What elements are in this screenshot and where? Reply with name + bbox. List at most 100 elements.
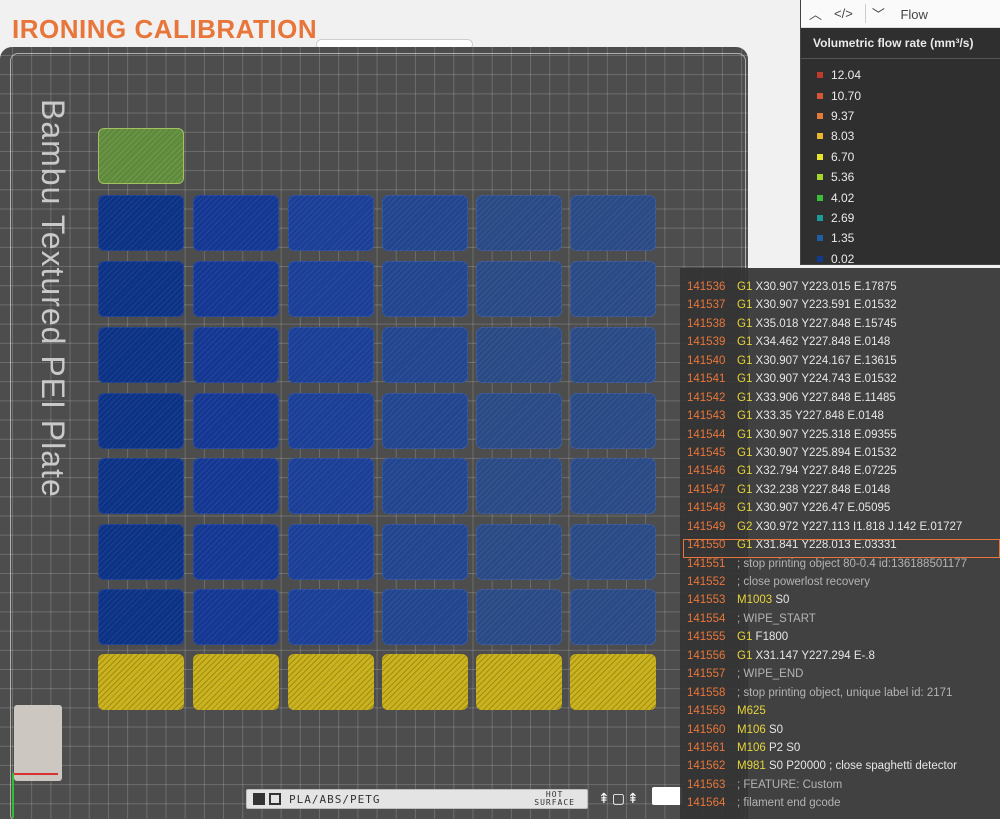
blue-calibration-tile[interactable]	[476, 524, 562, 580]
plate-orientation-icons[interactable]: ⇞▢⇞	[598, 791, 641, 807]
gcode-viewer[interactable]: 141536 G1 X30.907 Y223.015 E.17875 141537 G…	[680, 268, 1000, 819]
view-type-dropdown[interactable]: ﹀ Flow	[864, 4, 940, 23]
blue-calibration-tile[interactable]	[288, 195, 374, 251]
blue-calibration-tile[interactable]	[382, 327, 468, 383]
green-calibration-tile[interactable]	[98, 128, 184, 184]
gcode-line[interactable]: 141537 G1 X30.907 Y223.591 E.01532	[680, 299, 1000, 317]
blue-calibration-tile[interactable]	[98, 458, 184, 514]
collapse-icon[interactable]: ︿	[809, 4, 822, 23]
blue-calibration-tile[interactable]	[193, 327, 279, 383]
yellow-calibration-tile[interactable]	[288, 654, 374, 710]
blue-calibration-tile[interactable]	[570, 195, 656, 251]
gcode-line[interactable]: 141553 M1003 S0	[680, 594, 1000, 612]
blue-calibration-tile[interactable]	[193, 261, 279, 317]
gcode-command: G1	[737, 317, 753, 330]
blue-calibration-tile[interactable]	[288, 393, 374, 449]
blue-calibration-tile[interactable]	[570, 393, 656, 449]
blue-calibration-tile[interactable]	[98, 327, 184, 383]
legend-item: 2.69	[801, 208, 1000, 228]
gcode-line[interactable]: 141564 ; filament end gcode	[680, 797, 1000, 815]
blue-calibration-tile[interactable]	[288, 589, 374, 645]
gcode-command: G1	[737, 299, 753, 312]
gcode-line[interactable]: 141556 G1 X31.147 Y227.294 E-.8	[680, 650, 1000, 668]
gcode-line[interactable]: 141541 G1 X30.907 Y224.743 E.01532	[680, 373, 1000, 391]
gcode-line[interactable]: 141540 G1 X30.907 Y224.167 E.13615	[680, 355, 1000, 373]
gcode-line[interactable]: 141552 ; close powerlost recovery	[680, 576, 1000, 594]
blue-calibration-tile[interactable]	[288, 261, 374, 317]
blue-calibration-tile[interactable]	[98, 589, 184, 645]
blue-calibration-tile[interactable]	[382, 393, 468, 449]
gcode-line[interactable]: 141548 G1 X30.907 Y226.47 E.05095	[680, 502, 1000, 520]
gcode-command: G1	[737, 336, 753, 349]
blue-calibration-tile[interactable]	[570, 327, 656, 383]
gcode-line[interactable]: 141557 ; WIPE_END	[680, 668, 1000, 686]
blue-calibration-tile[interactable]	[382, 261, 468, 317]
gcode-line[interactable]: 141562 M981 S0 P20000 ; close spaghetti d…	[680, 760, 1000, 778]
gcode-args: P2 S0	[768, 741, 801, 754]
gcode-line[interactable]: 141538 G1 X35.018 Y227.848 E.15745	[680, 318, 1000, 336]
blue-calibration-tile[interactable]	[476, 589, 562, 645]
gcode-line[interactable]: 141549 G2 X30.972 Y227.113 I1.818 J.142 E…	[680, 521, 1000, 539]
blue-calibration-tile[interactable]	[476, 327, 562, 383]
gcode-line[interactable]: 141543 G1 X33.35 Y227.848 E.0148	[680, 410, 1000, 428]
gcode-line[interactable]: 141555 G1 F1800	[680, 631, 1000, 649]
gcode-line[interactable]: 141536 G1 X30.907 Y223.015 E.17875	[680, 281, 1000, 299]
gcode-line[interactable]: 141545 G1 X30.907 Y225.894 E.01532	[680, 447, 1000, 465]
gcode-line[interactable]: 141559 M625	[680, 705, 1000, 723]
gcode-line[interactable]: 141551 ; stop printing object 80-0.4 id:1…	[680, 558, 1000, 576]
blue-calibration-tile[interactable]	[193, 589, 279, 645]
blue-calibration-tile[interactable]	[570, 524, 656, 580]
blue-calibration-tile[interactable]	[98, 261, 184, 317]
gcode-line-number: 141554	[687, 612, 726, 625]
legend-value: 10.70	[831, 88, 862, 103]
yellow-calibration-tile[interactable]	[570, 654, 656, 710]
plate-frame-icon	[269, 793, 281, 805]
blue-calibration-tile[interactable]	[288, 458, 374, 514]
blue-calibration-tile[interactable]	[570, 589, 656, 645]
gcode-line[interactable]: 141558 ; stop printing object, unique lab…	[680, 687, 1000, 705]
yellow-calibration-tile[interactable]	[193, 654, 279, 710]
blue-calibration-tile[interactable]	[570, 458, 656, 514]
gcode-line[interactable]: 141542 G1 X33.906 Y227.848 E.11485	[680, 392, 1000, 410]
legend-item: 1.35	[801, 228, 1000, 248]
blue-calibration-tile[interactable]	[288, 524, 374, 580]
blue-calibration-tile[interactable]	[288, 327, 374, 383]
gcode-line[interactable]: 141560 M106 S0	[680, 724, 1000, 742]
blue-calibration-tile[interactable]	[193, 195, 279, 251]
gcode-command: G1	[737, 354, 753, 367]
blue-calibration-tile[interactable]	[476, 393, 562, 449]
blue-calibration-tile[interactable]	[98, 524, 184, 580]
build-plate[interactable]: Bambu Textured PEI Plate	[0, 47, 748, 819]
blue-calibration-tile[interactable]	[476, 195, 562, 251]
gcode-line[interactable]: 141547 G1 X32.238 Y227.848 E.0148	[680, 484, 1000, 502]
gcode-line[interactable]: 141544 G1 X30.907 Y225.318 E.09355	[680, 429, 1000, 447]
blue-calibration-tile[interactable]	[476, 458, 562, 514]
blue-calibration-tile[interactable]	[382, 458, 468, 514]
blue-calibration-tile[interactable]	[193, 524, 279, 580]
blue-calibration-tile[interactable]	[98, 195, 184, 251]
blue-calibration-tile[interactable]	[382, 589, 468, 645]
blue-calibration-tile[interactable]	[98, 393, 184, 449]
blue-calibration-tile[interactable]	[382, 195, 468, 251]
gcode-line[interactable]: 141546 G1 X32.794 Y227.848 E.07225	[680, 465, 1000, 483]
gcode-line-current[interactable]: 141550 G1 X31.841 Y228.013 E.03331	[683, 539, 1000, 558]
gcode-args: S0 P20000 ; close spaghetti detector	[768, 760, 957, 773]
purge-block	[14, 705, 62, 781]
yellow-calibration-tile[interactable]	[98, 654, 184, 710]
gcode-command: G1	[737, 539, 753, 552]
gcode-args: X33.906 Y227.848 E.11485	[755, 391, 896, 404]
code-icon[interactable]: </>	[834, 6, 853, 21]
gcode-line[interactable]: 141563 ; FEATURE: Custom	[680, 779, 1000, 797]
blue-calibration-tile[interactable]	[193, 458, 279, 514]
gcode-line[interactable]: 141554 ; WIPE_START	[680, 613, 1000, 631]
legend-title: Volumetric flow rate (mm³/s)	[813, 36, 974, 50]
blue-calibration-tile[interactable]	[382, 524, 468, 580]
blue-calibration-tile[interactable]	[193, 393, 279, 449]
gcode-line[interactable]: 141561 M106 P2 S0	[680, 742, 1000, 760]
yellow-calibration-tile[interactable]	[476, 654, 562, 710]
yellow-calibration-tile[interactable]	[382, 654, 468, 710]
gcode-line[interactable]: 141539 G1 X34.462 Y227.848 E.0148	[680, 336, 1000, 354]
blue-calibration-tile[interactable]	[570, 261, 656, 317]
gcode-line-number: 141559	[687, 705, 726, 718]
blue-calibration-tile[interactable]	[476, 261, 562, 317]
